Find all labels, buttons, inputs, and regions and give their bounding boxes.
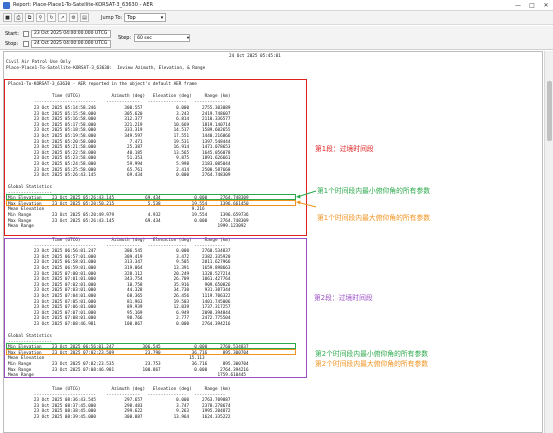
jump-to-label: Jump To: [101,14,123,21]
segment1-highlight-box [4,79,307,236]
start-time-field[interactable]: 23 Oct 2025 04:00:00.000 UTCG [31,29,111,38]
stop-label: Stop: [5,40,19,47]
time-controls: Start: 23 Oct 2025 04:00:00.000 UTCG Sto… [0,26,553,50]
window-title: Report: Place-Place1-To-Satellite-KORSAT… [13,2,153,8]
segment2-max-elevation-highlight [6,349,296,355]
chevron-down-icon: ▾ [186,35,190,41]
step-select[interactable]: 60 sec ▾ [134,34,191,42]
stop-time-field[interactable]: 24 Oct 2025 04:00:00.000 UTCG [31,39,111,48]
segment2-label: 第2段：过境时间段 [314,294,373,302]
segment2-max-label: 第2个时间段内最大俯仰角的所有参数 [315,360,429,368]
scrollbar-thumb[interactable] [547,81,552,141]
start-row: Start: 23 Oct 2025 04:00:00.000 UTCG [5,29,111,38]
jump-to-select[interactable]: Top ▾ [124,13,167,22]
segment1-max-elevation-highlight [6,200,296,206]
segment1-max-label: 第1个时间段内最大俯仰角的所有参数 [317,214,431,222]
properties-icon[interactable]: ⚙ [69,13,78,22]
orange-arrow-head [296,200,301,205]
save-icon[interactable]: ■ [3,13,12,22]
report-app-icon [3,1,10,9]
chevron-down-icon: ▾ [160,14,164,21]
segment2-highlight-box [4,238,307,378]
maximize-button[interactable]: □ [525,0,539,11]
calendar-icon[interactable] [23,40,29,47]
segment2-min-label: 第2个时间段内最小俯仰角的所有参数 [315,350,429,358]
step-row: Step: 60 sec ▾ [118,34,191,42]
segment1-label: 第1段：过境时间段 [315,145,374,153]
print-icon[interactable]: ⎙ [14,13,23,22]
report-subheader: Place-Place1-To-Satellite-KORSAT-3_63630… [6,66,206,71]
calendar-icon[interactable] [23,30,29,37]
report-toolbar: ■ ⎙ ⧉ ⚲ ↻ ↗ ⚙ ▤ Jump To: Top ▾ [0,11,553,25]
report-date: 24 Oct 2025 05:45:01 [229,54,281,59]
table-row: 23 Oct 2025 08:39:45.000 300.887 13.964 … [8,415,231,420]
stop-row: Stop: 24 Oct 2025 04:00:00.000 UTCG [5,39,111,48]
export-icon[interactable]: ↗ [58,13,67,22]
step-value: 60 sec [137,35,152,41]
green-arrow-head [296,194,301,199]
close-button[interactable]: ✕ [539,0,553,11]
start-label: Start: [5,30,19,37]
copy-icon[interactable]: ⧉ [25,13,34,22]
segment1-min-label: 第1个时间段内最小俯仰角的所有参数 [317,187,431,195]
jump-to-value: Top [127,14,136,21]
refresh-icon[interactable]: ↻ [47,13,56,22]
window-titlebar: Report: Place-Place1-To-Satellite-KORSAT… [0,0,553,11]
minimize-button[interactable]: — [511,0,525,11]
graph-icon[interactable]: ▤ [80,13,89,22]
report-header: Civil Air Patrol Use Only [6,60,71,65]
annotation-arrows [296,190,317,208]
step-label: Step: [118,35,132,41]
find-icon[interactable]: ⚲ [36,13,45,22]
vertical-scrollbar[interactable] [544,51,553,433]
